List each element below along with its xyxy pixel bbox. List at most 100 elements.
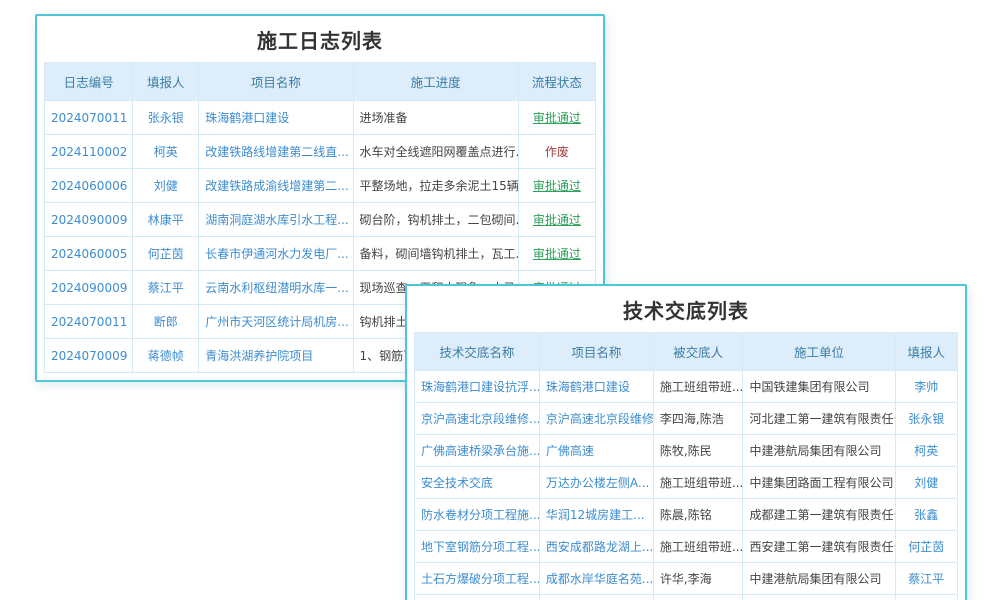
receiver-cell: 许华,李海 <box>653 563 743 595</box>
unit-cell: 人防、水电、消防暖通 <box>743 595 895 600</box>
disclosure-name-link[interactable]: 广东佛山碧桂园项目... <box>415 595 540 600</box>
header-row: 日志编号填报人项目名称施工进度流程状态 <box>45 63 596 101</box>
progress-cell: 水车对全线遮阳网覆盖点进行... <box>353 135 518 169</box>
table-row[interactable]: 广东佛山碧桂园项目...广东佛山碧桂园项目王海施工队全队人防、水电、消防暖通断郎 <box>415 595 958 600</box>
unit-cell: 河北建工第一建筑有限责任公司 <box>743 403 895 435</box>
project-name-link[interactable]: 华润12城房建工... <box>539 499 653 531</box>
table-row[interactable]: 广佛高速桥梁承台施...广佛高速陈牧,陈民中建港航局集团有限公司柯英 <box>415 435 958 467</box>
reporter-cell[interactable]: 刘健 <box>133 169 199 203</box>
table-row[interactable]: 2024060006刘健改建铁路成渝线增建第二...平整场地，拉走多余泥土15辆… <box>45 169 596 203</box>
receiver-cell: 陈晨,陈铭 <box>653 499 743 531</box>
unit-cell: 成都建工第一建筑有限责任公司 <box>743 499 895 531</box>
table-row[interactable]: 2024060005何芷茵长春市伊通河水力发电厂...备料，砌间墙钩机排土，瓦工… <box>45 237 596 271</box>
project-name-link[interactable]: 长春市伊通河水力发电厂... <box>199 237 353 271</box>
table-row[interactable]: 土石方爆破分项工程...成都水岸华庭名苑...许华,李海中建港航局集团有限公司蔡… <box>415 563 958 595</box>
disclosure-name-link[interactable]: 地下室钢筋分项工程... <box>415 531 540 563</box>
reporter-cell[interactable]: 柯英 <box>133 135 199 169</box>
table-row[interactable]: 2024110002柯英改建铁路线增建第二线直...水车对全线遮阳网覆盖点进行.… <box>45 135 596 169</box>
column-header: 日志编号 <box>45 63 133 101</box>
table-row[interactable]: 安全技术交底万达办公楼左侧A...施工班组带班...中建集团路面工程有限公司刘健 <box>415 467 958 499</box>
receiver-cell: 施工班组带班... <box>653 467 743 499</box>
disclosure-name-link[interactable]: 土石方爆破分项工程... <box>415 563 540 595</box>
disclosure-name-link[interactable]: 京沪高速北京段维修... <box>415 403 540 435</box>
project-name-link[interactable]: 云南水利枢纽潜明水库一... <box>199 271 353 305</box>
table-row[interactable]: 2024090009林康平湖南洞庭湖水库引水工程...砌台阶，钩机排土，二包砌间… <box>45 203 596 237</box>
log-number-cell[interactable]: 2024090009 <box>45 271 133 305</box>
log-number-cell[interactable]: 2024070009 <box>45 339 133 373</box>
project-name-link[interactable]: 珠海鹤港口建设 <box>539 371 653 403</box>
reporter-cell[interactable]: 刘健 <box>895 467 957 499</box>
unit-cell: 中建港航局集团有限公司 <box>743 435 895 467</box>
column-header: 项目名称 <box>539 333 653 371</box>
table-row[interactable]: 2024070011张永银珠海鹤港口建设进场准备审批通过 <box>45 101 596 135</box>
status-badge: 作废 <box>518 135 595 169</box>
column-header: 施工进度 <box>353 63 518 101</box>
project-name-link[interactable]: 湖南洞庭湖水库引水工程... <box>199 203 353 237</box>
reporter-cell[interactable]: 蔡江平 <box>133 271 199 305</box>
header-row: 技术交底名称项目名称被交底人施工单位填报人 <box>415 333 958 371</box>
disclosure-name-link[interactable]: 珠海鹤港口建设抗浮... <box>415 371 540 403</box>
table-row[interactable]: 珠海鹤港口建设抗浮...珠海鹤港口建设施工班组带班...中国铁建集团有限公司李帅 <box>415 371 958 403</box>
column-header: 填报人 <box>895 333 957 371</box>
log-number-cell[interactable]: 2024090009 <box>45 203 133 237</box>
column-header: 项目名称 <box>199 63 353 101</box>
project-name-link[interactable]: 广佛高速 <box>539 435 653 467</box>
project-name-link[interactable]: 青海洪湖养护院项目 <box>199 339 353 373</box>
tech-disclosure-table: 技术交底名称项目名称被交底人施工单位填报人 珠海鹤港口建设抗浮...珠海鹤港口建… <box>414 332 958 600</box>
disclosure-name-link[interactable]: 安全技术交底 <box>415 467 540 499</box>
progress-cell: 砌台阶，钩机排土，二包砌间... <box>353 203 518 237</box>
reporter-cell[interactable]: 张鑫 <box>895 499 957 531</box>
log-number-cell[interactable]: 2024070011 <box>45 101 133 135</box>
status-badge: 审批通过 <box>518 203 595 237</box>
reporter-cell[interactable]: 何芷茵 <box>133 237 199 271</box>
reporter-cell[interactable]: 张永银 <box>895 403 957 435</box>
progress-cell: 平整场地，拉走多余泥土15辆... <box>353 169 518 203</box>
table-row[interactable]: 防水卷材分项工程施...华润12城房建工...陈晨,陈铭成都建工第一建筑有限责任… <box>415 499 958 531</box>
disclosure-name-link[interactable]: 防水卷材分项工程施... <box>415 499 540 531</box>
receiver-cell: 李四海,陈浩 <box>653 403 743 435</box>
unit-cell: 中建港航局集团有限公司 <box>743 563 895 595</box>
project-name-link[interactable]: 广州市天河区统计局机房... <box>199 305 353 339</box>
table-row[interactable]: 京沪高速北京段维修...京沪高速北京段维修李四海,陈浩河北建工第一建筑有限责任公… <box>415 403 958 435</box>
project-name-link[interactable]: 成都水岸华庭名苑... <box>539 563 653 595</box>
disclosure-name-link[interactable]: 广佛高速桥梁承台施... <box>415 435 540 467</box>
project-name-link[interactable]: 改建铁路成渝线增建第二... <box>199 169 353 203</box>
project-name-link[interactable]: 西安成都路龙湖上... <box>539 531 653 563</box>
construction-log-title: 施工日志列表 <box>37 16 603 62</box>
column-header: 被交底人 <box>653 333 743 371</box>
reporter-cell[interactable]: 李帅 <box>895 371 957 403</box>
log-number-cell[interactable]: 2024060005 <box>45 237 133 271</box>
reporter-cell[interactable]: 断郎 <box>895 595 957 600</box>
tech-disclosure-body: 珠海鹤港口建设抗浮...珠海鹤港口建设施工班组带班...中国铁建集团有限公司李帅… <box>415 371 958 600</box>
table-row[interactable]: 地下室钢筋分项工程...西安成都路龙湖上...施工班组带班...西安建工第一建筑… <box>415 531 958 563</box>
reporter-cell[interactable]: 蔡江平 <box>895 563 957 595</box>
progress-cell: 进场准备 <box>353 101 518 135</box>
unit-cell: 中国铁建集团有限公司 <box>743 371 895 403</box>
unit-cell: 西安建工第一建筑有限责任公司 <box>743 531 895 563</box>
project-name-link[interactable]: 改建铁路线增建第二线直... <box>199 135 353 169</box>
project-name-link[interactable]: 京沪高速北京段维修 <box>539 403 653 435</box>
project-name-link[interactable]: 珠海鹤港口建设 <box>199 101 353 135</box>
reporter-cell[interactable]: 张永银 <box>133 101 199 135</box>
project-name-link[interactable]: 万达办公楼左侧A... <box>539 467 653 499</box>
project-name-link[interactable]: 广东佛山碧桂园项目 <box>539 595 653 600</box>
tech-disclosure-panel: 技术交底列表 技术交底名称项目名称被交底人施工单位填报人 珠海鹤港口建设抗浮..… <box>405 284 967 600</box>
tech-disclosure-title: 技术交底列表 <box>407 286 965 332</box>
status-badge: 审批通过 <box>518 101 595 135</box>
column-header: 填报人 <box>133 63 199 101</box>
receiver-cell: 施工班组带班... <box>653 531 743 563</box>
column-header: 流程状态 <box>518 63 595 101</box>
reporter-cell[interactable]: 林康平 <box>133 203 199 237</box>
progress-cell: 备料，砌间墙钩机排土，瓦工... <box>353 237 518 271</box>
reporter-cell[interactable]: 何芷茵 <box>895 531 957 563</box>
log-number-cell[interactable]: 2024110002 <box>45 135 133 169</box>
log-number-cell[interactable]: 2024060006 <box>45 169 133 203</box>
receiver-cell: 施工班组带班... <box>653 371 743 403</box>
reporter-cell[interactable]: 断郎 <box>133 305 199 339</box>
tech-disclosure-header: 技术交底名称项目名称被交底人施工单位填报人 <box>415 333 958 371</box>
status-badge: 审批通过 <box>518 237 595 271</box>
reporter-cell[interactable]: 柯英 <box>895 435 957 467</box>
reporter-cell[interactable]: 蒋德帧 <box>133 339 199 373</box>
log-number-cell[interactable]: 2024070011 <box>45 305 133 339</box>
status-badge: 审批通过 <box>518 169 595 203</box>
